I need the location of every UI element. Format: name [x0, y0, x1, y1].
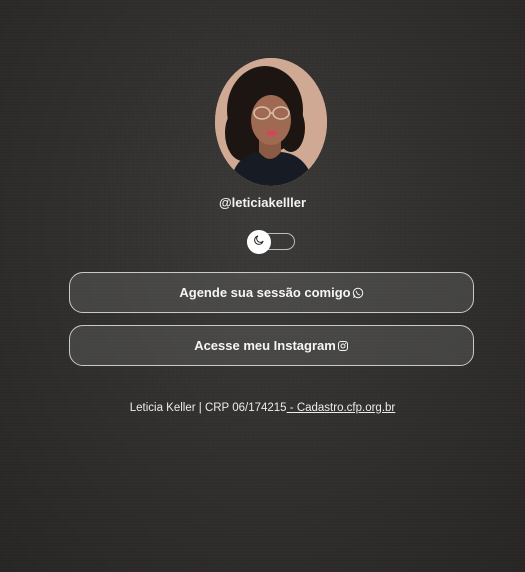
- schedule-session-label: Agende sua sessão comigo: [179, 285, 351, 300]
- moon-icon: [253, 233, 265, 251]
- schedule-session-button[interactable]: Agende sua sessão comigo: [69, 272, 474, 313]
- footer-credentials: Leticia Keller | CRP 06/174215: [129, 402, 287, 414]
- whatsapp-icon: [352, 287, 364, 299]
- profile-photo: [215, 58, 327, 186]
- instagram-button[interactable]: Acesse meu Instagram: [69, 325, 474, 366]
- theme-toggle[interactable]: [247, 230, 295, 254]
- cfp-registry-link[interactable]: - Cadastro.cfp.org.br: [287, 402, 395, 414]
- instagram-label: Acesse meu Instagram: [194, 338, 336, 353]
- profile-avatar: [215, 58, 327, 186]
- profile-handle: @leticiakelller: [218, 195, 307, 210]
- instagram-icon: [337, 340, 349, 352]
- footer: Leticia Keller | CRP 06/174215 - Cadastr…: [0, 402, 525, 414]
- toggle-knob[interactable]: [247, 230, 271, 254]
